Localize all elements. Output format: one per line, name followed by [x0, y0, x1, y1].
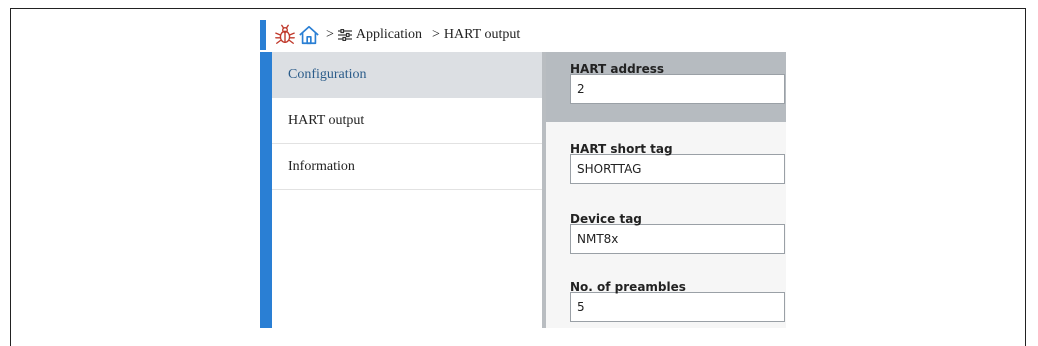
filter-settings-icon — [337, 29, 352, 41]
field-label: HART address — [570, 62, 665, 76]
navigation-menu: Configuration HART output Information — [272, 52, 542, 328]
field-device-tag: Device tag NMT8x — [546, 202, 786, 254]
field-label: No. of preambles — [570, 280, 686, 294]
menu-item-information[interactable]: Information — [272, 144, 542, 190]
field-hart-short-tag: HART short tag SHORTTAG — [546, 132, 786, 184]
menu-item-label: Configuration — [288, 67, 367, 82]
hart-short-tag-input[interactable]: SHORTTAG — [570, 154, 785, 184]
settings-panel: HART address 2 HART short tag SHORTTAG D… — [546, 52, 786, 328]
breadcrumb-current: HART output — [443, 27, 521, 42]
home-icon[interactable] — [298, 24, 320, 46]
breadcrumb-accent-bar — [260, 20, 266, 50]
left-accent-bar — [260, 52, 272, 328]
breadcrumb-separator: > — [326, 27, 334, 42]
field-hart-address: HART address 2 — [546, 52, 786, 122]
field-no-of-preambles: No. of preambles 5 — [546, 270, 786, 322]
breadcrumb-path: > Application > HART output — [326, 27, 520, 43]
bug-icon[interactable] — [274, 24, 296, 46]
field-label: Device tag — [570, 212, 642, 226]
breadcrumb-application-link[interactable]: Application — [356, 27, 422, 43]
device-tag-input[interactable]: NMT8x — [570, 224, 785, 254]
breadcrumb-separator: > — [432, 27, 440, 42]
preambles-input[interactable]: 5 — [570, 292, 785, 322]
menu-item-label: Information — [288, 158, 355, 174]
menu-item-configuration[interactable]: Configuration — [272, 52, 542, 98]
menu-item-label: HART output — [288, 112, 365, 128]
field-label: HART short tag — [570, 142, 673, 156]
menu-item-hart-output[interactable]: HART output — [272, 98, 542, 144]
breadcrumb: > Application > HART output — [260, 20, 790, 50]
hart-address-input[interactable]: 2 — [570, 74, 785, 104]
